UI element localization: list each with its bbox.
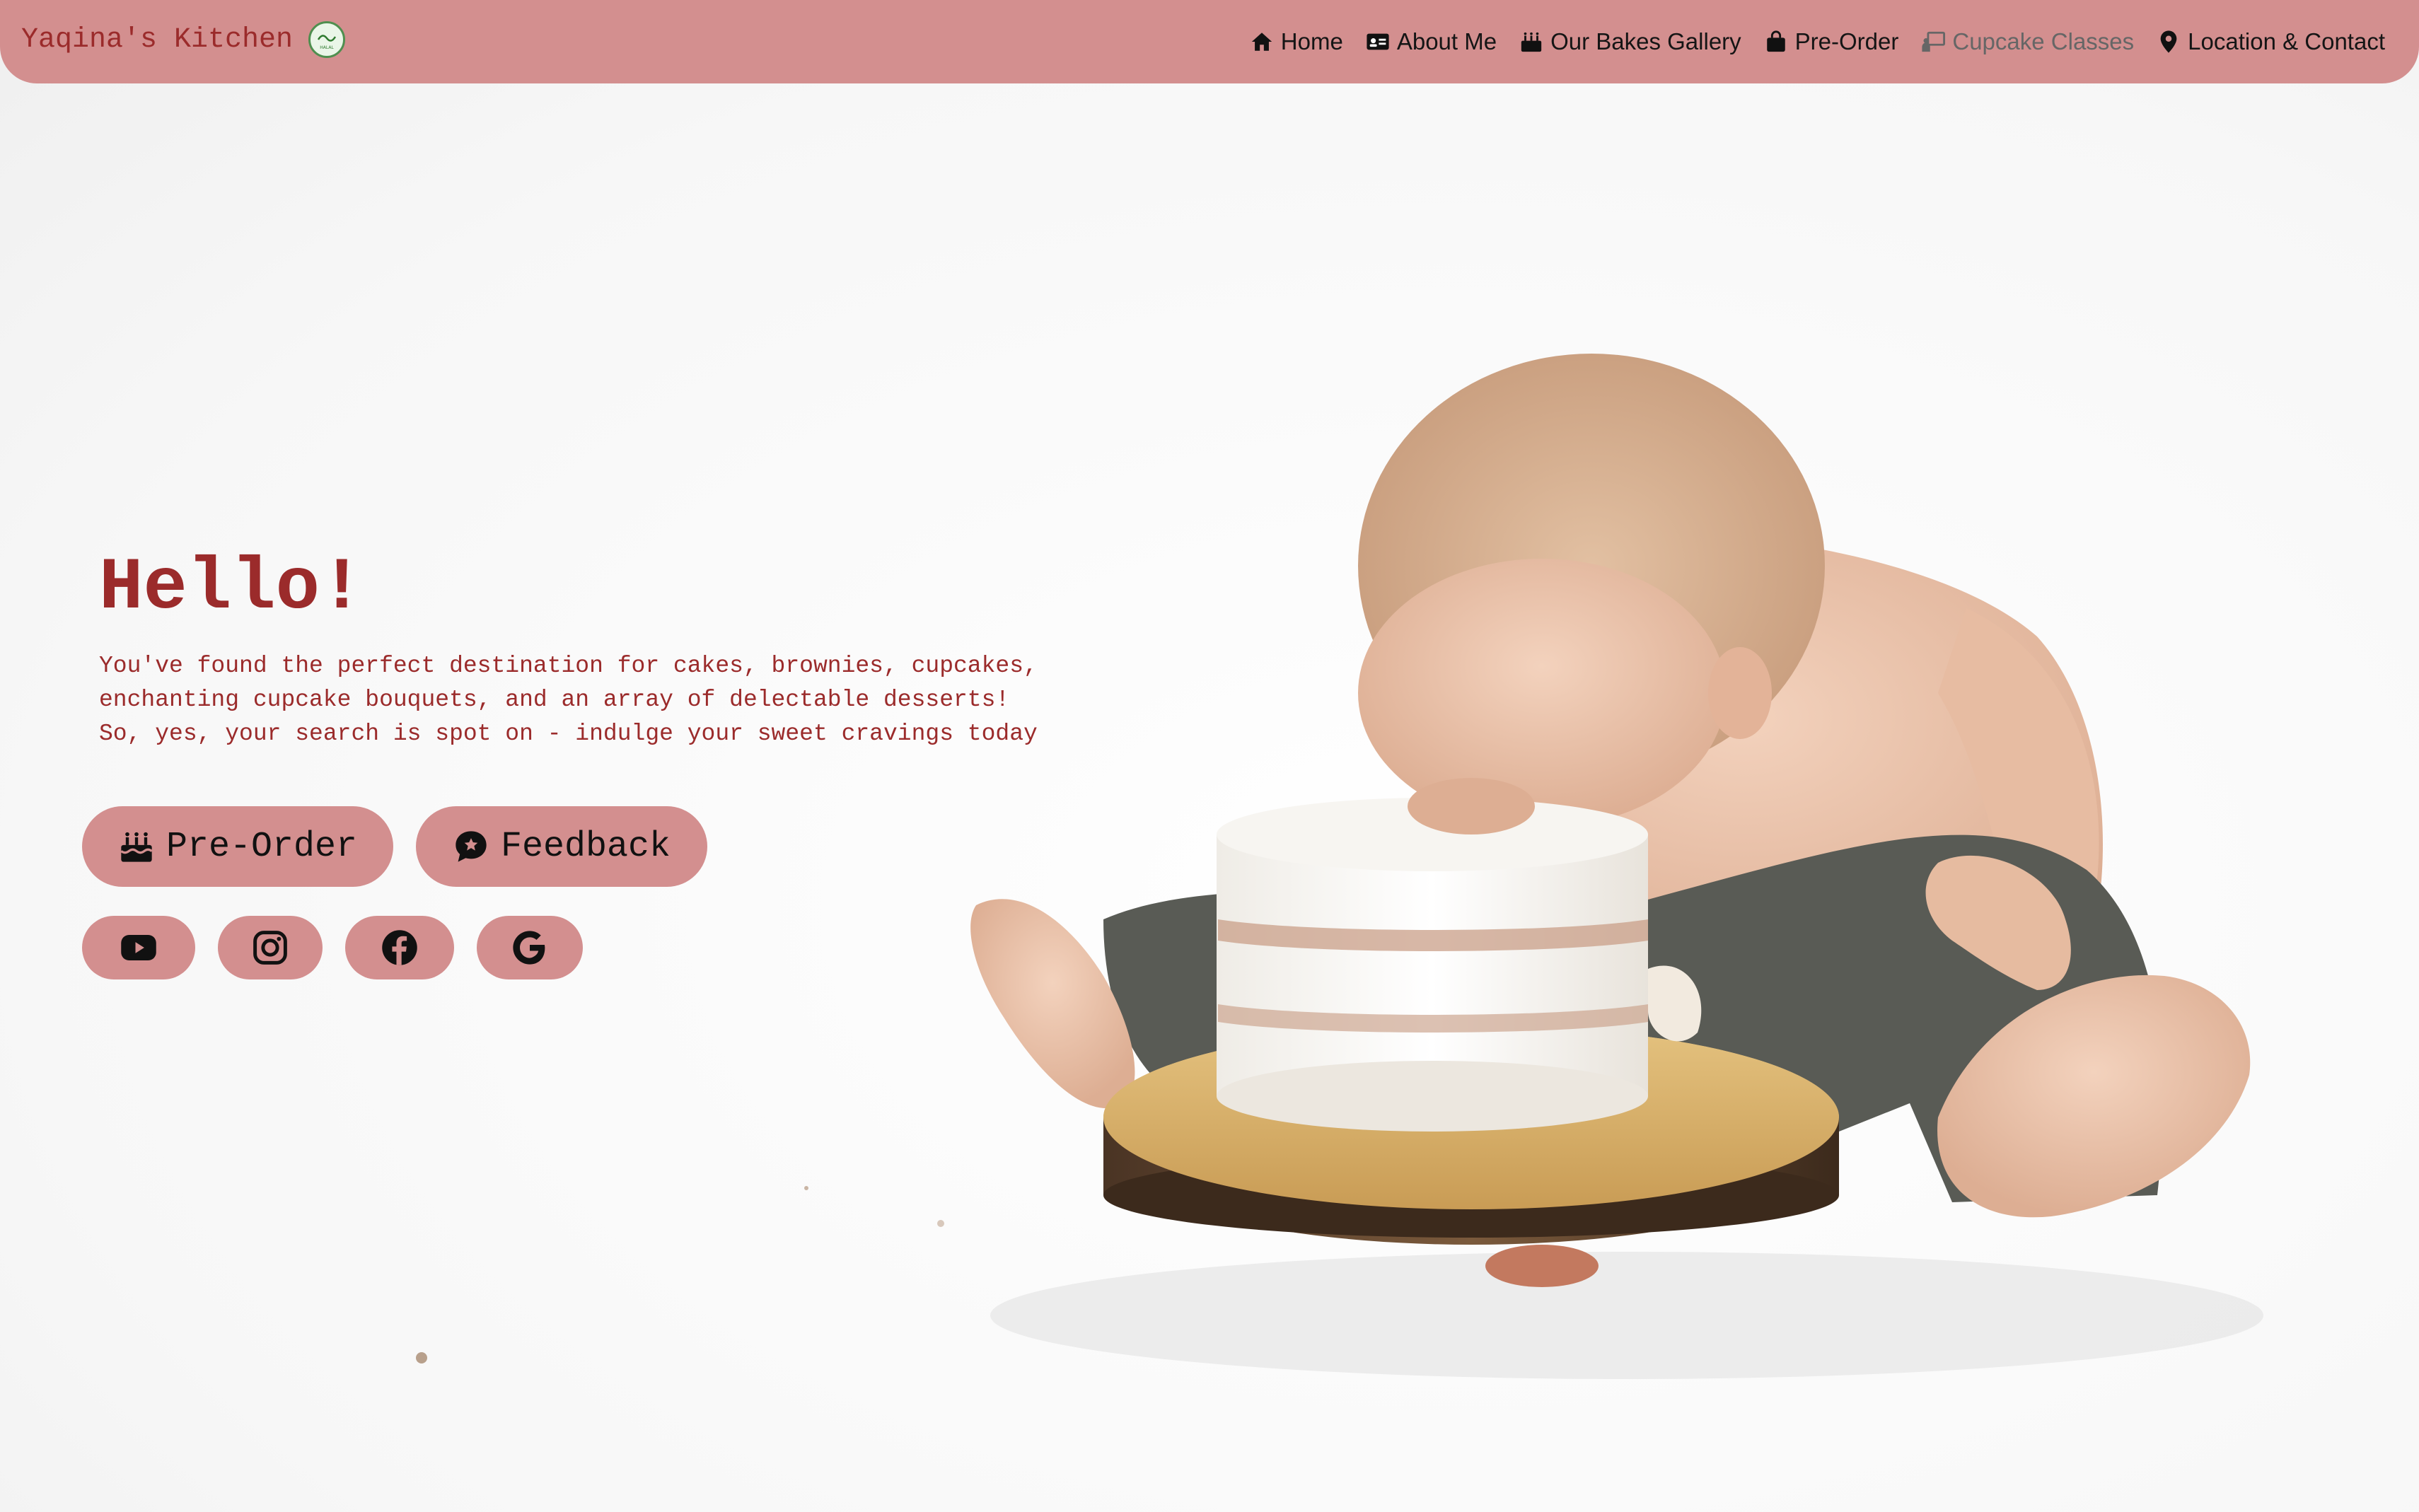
cake-icon xyxy=(1521,32,1542,52)
nav-about-me-label: About Me xyxy=(1396,28,1497,54)
facebook-button[interactable] xyxy=(345,916,454,979)
brand[interactable]: Yaqina's Kitchen HALAL xyxy=(21,21,346,58)
nav-home-label: Home xyxy=(1280,28,1343,54)
feedback-button[interactable]: Feedback xyxy=(416,806,707,887)
youtube-button[interactable] xyxy=(82,916,195,979)
map-pin-icon xyxy=(2160,30,2177,53)
social-links xyxy=(82,916,583,979)
pre-order-button[interactable]: Pre-Order xyxy=(82,806,393,887)
hero-description: You've found the perfect destination for… xyxy=(99,649,1038,751)
pre-order-button-label: Pre-Order xyxy=(166,826,358,867)
hero-line-1: You've found the perfect destination for… xyxy=(99,653,1038,679)
instagram-icon xyxy=(253,931,287,965)
hero-buttons: Pre-Order Feedback xyxy=(82,806,707,887)
feedback-button-label: Feedback xyxy=(500,826,671,867)
chalkboard-icon xyxy=(1922,31,1946,52)
nav-cupcake-classes-label: Cupcake Classes xyxy=(1952,28,2135,54)
brand-name[interactable]: Yaqina's Kitchen xyxy=(21,24,293,56)
nav-pre-order-label: Pre-Order xyxy=(1794,28,1899,54)
hero-line-2: enchanting cupcake bouquets, and an arra… xyxy=(99,687,1010,713)
youtube-icon xyxy=(121,935,156,960)
hero-title: Hello! xyxy=(99,547,364,630)
hero-photo xyxy=(416,354,2263,1379)
chat-star-icon xyxy=(456,831,487,862)
nav-our-bakes-gallery-label: Our Bakes Gallery xyxy=(1550,28,1741,54)
nav-our-bakes-gallery[interactable]: Our Bakes Gallery xyxy=(1519,28,1741,55)
nav-pre-order[interactable]: Pre-Order xyxy=(1764,28,1899,55)
facebook-icon xyxy=(382,930,417,965)
hero-section: Hello! You've found the perfect destinat… xyxy=(99,552,1038,751)
nav-location-contact[interactable]: Location & Contact xyxy=(2157,28,2385,55)
nav-location-contact-label: Location & Contact xyxy=(2188,28,2385,54)
nav-cupcake-classes[interactable]: Cupcake Classes xyxy=(1921,28,2134,55)
home-icon xyxy=(1251,33,1272,51)
id-card-icon xyxy=(1367,33,1389,50)
main-nav: Home About Me Our Bakes Gallery Pre-Orde… xyxy=(1250,0,2385,83)
svg-text:HALAL: HALAL xyxy=(320,45,334,50)
nav-about-me[interactable]: About Me xyxy=(1366,28,1497,55)
top-navbar: Yaqina's Kitchen HALAL Home About Me Our… xyxy=(0,0,2419,83)
shopping-bag-icon xyxy=(1766,30,1785,52)
nav-home[interactable]: Home xyxy=(1250,28,1343,55)
google-icon xyxy=(513,931,545,965)
instagram-button[interactable] xyxy=(218,916,323,979)
cake-icon xyxy=(120,832,153,862)
halal-badge-icon: HALAL xyxy=(308,21,346,58)
hero-line-3: So, yes, your search is spot on - indulg… xyxy=(99,721,1038,747)
google-button[interactable] xyxy=(477,916,583,979)
